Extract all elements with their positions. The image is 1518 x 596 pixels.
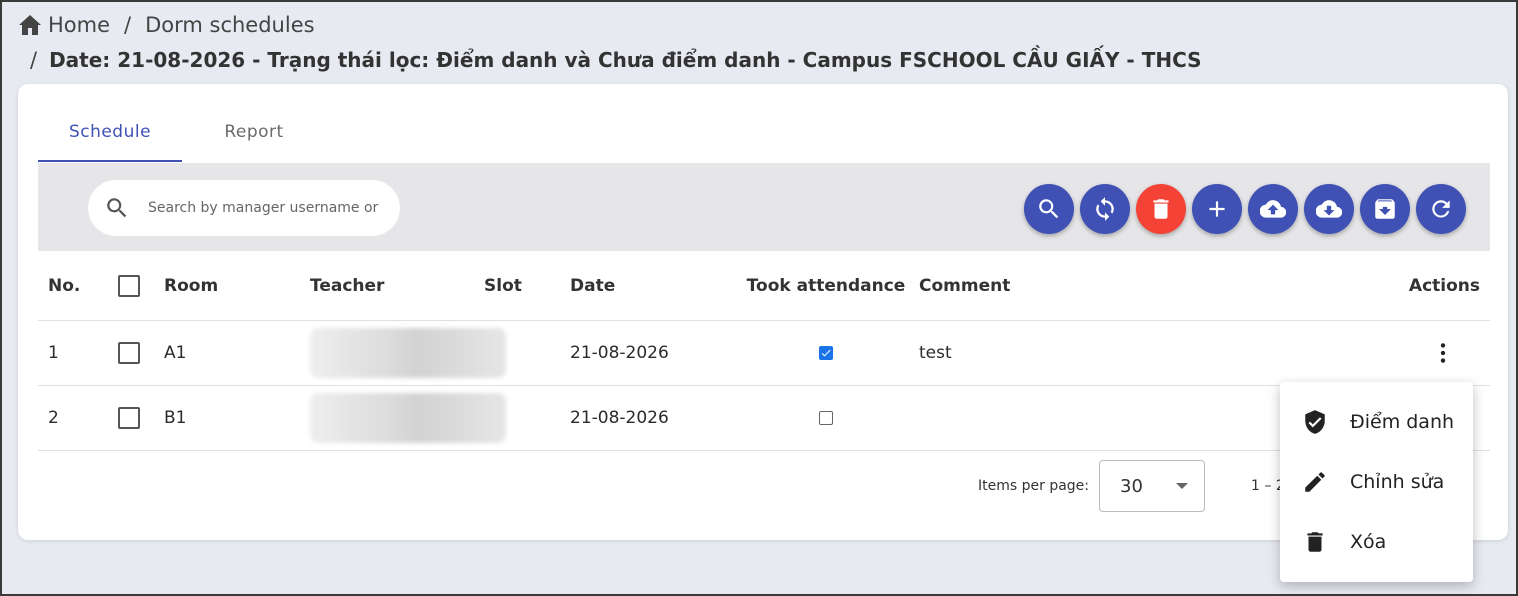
- sync-button[interactable]: [1080, 184, 1130, 234]
- refresh-icon: [1432, 200, 1450, 218]
- toolbar-buttons: [1024, 184, 1466, 234]
- breadcrumb-home[interactable]: Home: [48, 13, 110, 37]
- tab-report[interactable]: Report: [182, 114, 326, 162]
- breadcrumb-separator: /: [30, 48, 38, 72]
- row-comment: test: [919, 343, 952, 363]
- breadcrumb: Home / Dorm schedules / Date: 21-08-2026…: [18, 10, 1202, 78]
- items-per-page-value: 30: [1120, 475, 1143, 497]
- menu-item-label: Điểm danh: [1350, 411, 1455, 433]
- check-icon: [821, 349, 831, 357]
- row-teacher-cell: [310, 386, 506, 450]
- teacher-name-blurred: [310, 393, 506, 443]
- download-button[interactable]: [1304, 184, 1354, 234]
- header-room[interactable]: Room: [164, 251, 218, 320]
- row-select-cell: [118, 321, 140, 385]
- paginator: Items per page: 30 1 – 2: [978, 460, 1285, 512]
- tab-schedule[interactable]: Schedule: [38, 114, 182, 162]
- delete-all-button[interactable]: [1136, 184, 1186, 234]
- upload-button[interactable]: [1248, 184, 1298, 234]
- row-attendance-cell: [744, 321, 908, 385]
- row-attendance-cell: [744, 386, 908, 450]
- tab-bar: Schedule Report: [38, 114, 326, 162]
- cloud-download-icon: [1316, 200, 1342, 218]
- archive-button[interactable]: [1360, 184, 1410, 234]
- row-room: A1: [164, 343, 187, 363]
- search-box: [88, 180, 400, 236]
- delete-icon: [1307, 532, 1323, 552]
- search-button[interactable]: [1024, 184, 1074, 234]
- menu-item-label: Xóa: [1350, 531, 1387, 553]
- verified-shield-icon: [1305, 410, 1325, 434]
- breadcrumb-section[interactable]: Dorm schedules: [145, 13, 314, 37]
- breadcrumb-separator: /: [124, 13, 132, 37]
- row-room: B1: [164, 408, 187, 428]
- row-checkbox[interactable]: [118, 342, 140, 364]
- teacher-name-blurred: [310, 328, 506, 378]
- items-per-page-label: Items per page:: [978, 478, 1090, 494]
- header-comment[interactable]: Comment: [919, 251, 1010, 320]
- menu-item-edit[interactable]: Chỉnh sửa: [1280, 452, 1473, 512]
- attendance-checkbox[interactable]: [819, 411, 833, 425]
- more-vert-icon[interactable]: [1430, 340, 1456, 366]
- row-actions-menu: Điểm danh Chỉnh sửa Xóa: [1280, 382, 1473, 582]
- page-title: Date: 21-08-2026 - Trạng thái lọc: Điểm …: [49, 48, 1202, 72]
- menu-item-label: Chỉnh sửa: [1350, 471, 1445, 493]
- header-slot[interactable]: Slot: [484, 251, 522, 320]
- header-date[interactable]: Date: [570, 251, 615, 320]
- row-date: 21-08-2026: [570, 343, 669, 363]
- add-button[interactable]: [1192, 184, 1242, 234]
- header-teacher[interactable]: Teacher: [310, 251, 384, 320]
- schedule-table: No. Room Teacher Slot Date Took attendan…: [38, 251, 1490, 451]
- home-icon[interactable]: [18, 14, 42, 36]
- search-input[interactable]: [148, 200, 388, 216]
- search-icon: [107, 198, 127, 218]
- toolbar: [38, 163, 1490, 251]
- select-all-checkbox[interactable]: [118, 274, 140, 297]
- table-row: 1 A1 21-08-2026 test: [38, 321, 1490, 386]
- attendance-checkbox-checked[interactable]: [819, 346, 833, 360]
- items-per-page-select[interactable]: 30: [1099, 460, 1206, 512]
- refresh-button[interactable]: [1416, 184, 1466, 234]
- header-actions: Actions: [1408, 275, 1480, 296]
- select-all-cell: [118, 251, 140, 320]
- search-icon: [1039, 199, 1059, 219]
- menu-item-attendance[interactable]: Điểm danh: [1280, 392, 1473, 452]
- row-no: 1: [48, 343, 59, 363]
- row-actions-cell: [1430, 321, 1480, 385]
- cloud-upload-icon: [1260, 200, 1286, 218]
- table-header-row: No. Room Teacher Slot Date Took attendan…: [38, 251, 1490, 321]
- delete-icon: [1153, 199, 1169, 219]
- row-date: 21-08-2026: [570, 408, 669, 428]
- menu-item-delete[interactable]: Xóa: [1280, 512, 1473, 572]
- edit-icon: [1305, 472, 1325, 492]
- row-no: 2: [48, 408, 59, 428]
- caret-down-icon: [1176, 483, 1189, 489]
- row-select-cell: [118, 386, 140, 450]
- archive-icon: [1375, 199, 1395, 219]
- header-took-attendance[interactable]: Took attendance: [744, 251, 908, 320]
- header-no: No.: [48, 275, 81, 296]
- add-icon: [1209, 201, 1225, 217]
- row-checkbox[interactable]: [118, 407, 140, 429]
- sync-icon: [1096, 197, 1114, 221]
- table-row: 2 B1 21-08-2026: [38, 386, 1490, 451]
- row-teacher-cell: [310, 321, 506, 385]
